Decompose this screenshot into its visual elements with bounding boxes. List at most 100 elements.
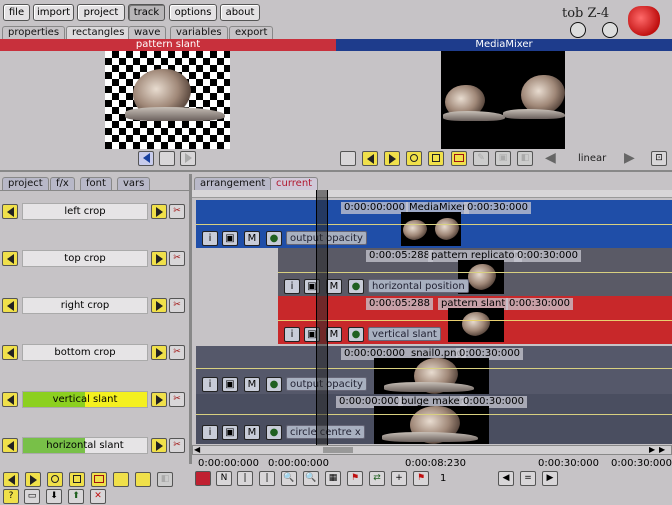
tab-project[interactable]: project (2, 177, 49, 190)
tab-wave[interactable]: wave (128, 26, 167, 39)
link-button[interactable]: ● (348, 279, 364, 294)
import-menu[interactable]: import (33, 4, 74, 21)
save-icon[interactable]: ⬇ (46, 489, 62, 504)
param-inc-button[interactable] (151, 438, 167, 453)
prev-left-arrow-button[interactable] (138, 151, 154, 166)
param-right-crop[interactable]: right crop (22, 297, 148, 314)
add-icon[interactable]: + (391, 471, 407, 486)
tab-properties[interactable]: properties (2, 26, 66, 39)
track-menu[interactable]: track (128, 4, 165, 21)
project-menu[interactable]: project (77, 4, 125, 21)
scroll-end-arrow[interactable]: ▶ (659, 446, 665, 454)
track-snail-image[interactable]: 0:00:00:000 snail0.png 0:00:30:000 i ▣ M… (196, 346, 672, 394)
next-button[interactable]: ▶ (542, 471, 558, 486)
track-bulge-maker[interactable]: 0:00:00:000 bulge maker 0:00:30:000 i ▣ … (196, 394, 672, 444)
link-button[interactable]: ● (266, 425, 282, 440)
options-menu[interactable]: options (169, 4, 217, 21)
grid-icon[interactable]: ▦ (325, 471, 341, 486)
wave-button[interactable]: M (244, 425, 260, 440)
snapshot-button[interactable] (451, 151, 467, 166)
scroll-left-arrow[interactable]: ◀ (194, 446, 200, 454)
marker-icon[interactable]: ⚑ (347, 471, 363, 486)
info-button[interactable]: i (202, 231, 218, 246)
param-dec-button[interactable] (2, 345, 18, 360)
timeline-scrollbar[interactable]: ◀ ▶ ▶ (192, 445, 672, 455)
play-button[interactable] (384, 151, 400, 166)
flag-icon[interactable]: ⚑ (413, 471, 429, 486)
scroll-thumb[interactable] (323, 447, 353, 453)
param-dec-button[interactable] (2, 438, 18, 453)
wave-button[interactable]: M (326, 279, 342, 294)
wave-button[interactable]: M (244, 377, 260, 392)
link-button[interactable]: ● (266, 231, 282, 246)
tab-vars[interactable]: vars (117, 177, 151, 190)
interp-left-arrow[interactable]: ◀ (545, 151, 556, 165)
scroll-right-arrow[interactable]: ▶ (649, 446, 655, 454)
param-select[interactable]: vertical slant (368, 327, 441, 341)
bottom-rewind-button[interactable] (3, 472, 19, 487)
info-button[interactable]: i (284, 279, 300, 294)
tools-icon[interactable]: ✂ (169, 298, 185, 313)
param-inc-button[interactable] (151, 345, 167, 360)
record-button[interactable] (406, 151, 422, 166)
param-dec-button[interactable] (2, 204, 18, 219)
param-inc-button[interactable] (151, 392, 167, 407)
file-menu[interactable]: file (3, 4, 30, 21)
prev-button[interactable]: ◀ (498, 471, 514, 486)
param-select[interactable]: horizontal position (368, 279, 469, 293)
tab-variables[interactable]: variables (170, 26, 228, 39)
info-button[interactable]: i (284, 327, 300, 342)
tools-icon[interactable]: ✂ (169, 204, 185, 219)
param-inc-button[interactable] (151, 298, 167, 313)
equals-button[interactable]: = (520, 471, 536, 486)
quit-icon[interactable]: ✕ (90, 489, 106, 504)
info-button[interactable]: i (202, 377, 218, 392)
track-mediamixer[interactable]: 0:00:00:000 MediaMixer 0:00:30:000 i ▣ M… (196, 200, 672, 248)
trim-right-icon[interactable]: | (259, 471, 275, 486)
tab-arrangement[interactable]: arrangement (194, 177, 272, 190)
tools-icon[interactable]: ✂ (169, 251, 185, 266)
param-dec-button[interactable] (2, 298, 18, 313)
bottom-copy-button[interactable] (135, 472, 151, 487)
param-vertical-slant[interactable]: vertical slant (22, 391, 148, 408)
tools-icon[interactable]: ✂ (169, 438, 185, 453)
param-top-crop[interactable]: top crop (22, 250, 148, 267)
next-right-arrow-button[interactable] (180, 151, 196, 166)
tab-font[interactable]: font (80, 177, 112, 190)
about-menu[interactable]: about (220, 4, 260, 21)
view-button[interactable]: ▣ (222, 425, 238, 440)
stop-button[interactable] (428, 151, 444, 166)
bottom-record-button[interactable] (47, 472, 63, 487)
tools-icon[interactable]: ✂ (169, 345, 185, 360)
interp-right-arrow[interactable]: ▶ (624, 151, 635, 165)
checker-toggle-button[interactable] (340, 151, 356, 166)
param-horizontal-slant[interactable]: horizontal slant (22, 437, 148, 454)
link-icon[interactable]: ⇄ (369, 471, 385, 486)
param-dec-button[interactable] (2, 392, 18, 407)
tab-fx[interactable]: f/x (50, 177, 75, 190)
bottom-play-button[interactable] (25, 472, 41, 487)
param-left-crop[interactable]: left crop (22, 203, 148, 220)
param-inc-button[interactable] (151, 204, 167, 219)
split-tool-icon[interactable]: N (216, 471, 232, 486)
rewind-button[interactable] (362, 151, 378, 166)
view-button[interactable]: ▣ (222, 377, 238, 392)
trim-left-icon[interactable]: | (237, 471, 253, 486)
tab-current[interactable]: current (270, 177, 319, 190)
link-button[interactable]: ● (348, 327, 364, 342)
export-icon[interactable]: ⬆ (68, 489, 84, 504)
track-pattern-slant[interactable]: 0:00:05:288 pattern slant 0:00:30:000 i … (278, 296, 672, 344)
help-icon[interactable]: ? (3, 489, 19, 504)
zoom-in-icon[interactable]: 🔍 (281, 471, 297, 486)
fullscreen-button[interactable]: ⊡ (651, 151, 667, 166)
folder-icon[interactable]: ▭ (24, 489, 40, 504)
param-bottom-crop[interactable]: bottom crop (22, 344, 148, 361)
checker-toggle-button[interactable] (159, 151, 175, 166)
info-button[interactable]: i (202, 425, 218, 440)
track-color-button[interactable] (195, 471, 211, 486)
bottom-snapshot-button[interactable] (91, 472, 107, 487)
wave-button[interactable]: M (326, 327, 342, 342)
tools-icon[interactable]: ✂ (169, 392, 185, 407)
bottom-stop-button[interactable] (69, 472, 85, 487)
view-button[interactable]: ▣ (222, 231, 238, 246)
